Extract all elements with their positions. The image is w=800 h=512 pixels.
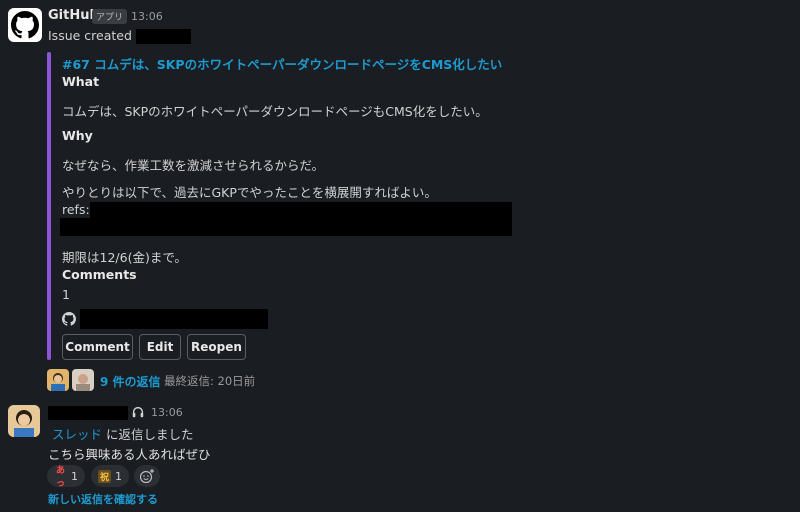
- comments-count: 1: [62, 287, 70, 302]
- app-badge: アプリ: [92, 9, 128, 24]
- github-icon: [62, 312, 76, 326]
- github-app-avatar[interactable]: [8, 8, 42, 42]
- replier-avatar: [72, 369, 94, 391]
- refs-label: refs:: [62, 202, 90, 217]
- what-body: コムデは、SKPのホワイトペーパーダウンロードページもCMS化をしたい。: [62, 104, 488, 119]
- why-body-line-1: なぜなら、作業工数を激減させられるからだ。: [62, 158, 325, 173]
- headphones-icon: [132, 406, 144, 418]
- github-icon: [11, 11, 39, 39]
- redacted-username: [48, 406, 128, 420]
- why-heading: Why: [62, 128, 93, 143]
- last-reply-text: 最終返信: 20日前: [164, 374, 256, 388]
- reaction-2[interactable]: 祝 1: [91, 465, 129, 487]
- redacted-username: [136, 29, 191, 44]
- attachment-bar: [47, 52, 51, 360]
- add-reaction-icon: [139, 469, 154, 484]
- reopen-button[interactable]: Reopen: [187, 334, 246, 360]
- user-avatar[interactable]: [8, 405, 40, 437]
- thread-link[interactable]: スレッド: [52, 427, 102, 442]
- comment-button[interactable]: Comment: [62, 334, 133, 360]
- issue-title-link[interactable]: #67 コムデは、SKPのホワイトペーパーダウンロードページをCMS化したい: [62, 54, 502, 73]
- redacted-refs: [90, 202, 512, 218]
- edit-button[interactable]: Edit: [139, 334, 181, 360]
- comments-heading: Comments: [62, 267, 137, 282]
- what-heading: What: [62, 74, 100, 89]
- reaction-1[interactable]: あっ 1: [47, 465, 85, 489]
- why-body-line-2: やりとりは以下で、過去にGKPでやったことを横展開すればよい。: [62, 185, 437, 200]
- reply-timestamp[interactable]: 13:06: [151, 406, 183, 419]
- reaction-emoji: あっ: [56, 466, 66, 489]
- thread-reply-line: スレッド に返信しました: [52, 424, 194, 443]
- thread-suffix: に返信しました: [102, 427, 194, 442]
- reaction-count: 1: [115, 469, 123, 483]
- message-timestamp[interactable]: 13:06: [131, 10, 163, 23]
- redacted-refs-line-2: [60, 218, 512, 236]
- replier-avatar: [47, 369, 69, 391]
- reply-text: こちら興味ある人あればぜひ: [48, 447, 211, 462]
- deadline-text: 期限は12/6(金)まで。: [62, 250, 187, 265]
- reaction-count: 1: [71, 469, 79, 483]
- new-replies-link[interactable]: 新しい返信を確認する: [48, 491, 158, 507]
- replies-link[interactable]: 9 件の返信: [100, 373, 161, 390]
- reaction-emoji: 祝: [98, 469, 112, 483]
- redacted-footer: [80, 309, 268, 329]
- add-reaction-button[interactable]: [134, 465, 160, 487]
